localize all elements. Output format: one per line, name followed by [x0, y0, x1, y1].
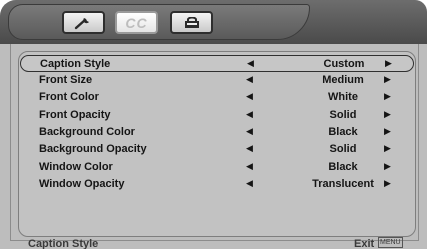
setting-label: Front Size: [39, 74, 93, 86]
wrench-icon: [74, 17, 89, 29]
setting-label: Window Color: [39, 161, 113, 173]
tab-cc-label: CC: [125, 14, 148, 31]
osd-menu-frame: CC Caption Style ◀ Custom ▶ Front Size ◀…: [0, 0, 427, 249]
setting-label: Front Color: [39, 91, 99, 103]
arrow-left-icon[interactable]: ◀: [246, 161, 253, 172]
status-bar: Caption Style Exit MENU: [18, 236, 418, 249]
tab-strip: [8, 4, 310, 40]
setting-value: Medium: [322, 74, 364, 86]
setting-label: Front Opacity: [39, 109, 111, 121]
arrow-left-icon[interactable]: ◀: [246, 143, 253, 154]
setting-row-front-opacity[interactable]: Front Opacity ◀ Solid ▶: [20, 107, 414, 124]
arrow-right-icon[interactable]: ▶: [384, 161, 391, 172]
setting-row-caption-style[interactable]: Caption Style ◀ Custom ▶: [20, 55, 414, 72]
setting-value: Custom: [323, 58, 365, 70]
setting-label: Background Opacity: [39, 143, 147, 155]
arrow-right-icon[interactable]: ▶: [384, 178, 391, 189]
setting-row-window-opacity[interactable]: Window Opacity ◀ Translucent ▶: [20, 176, 414, 193]
tab-bar: CC: [0, 0, 427, 44]
setting-row-front-size[interactable]: Front Size ◀ Medium ▶: [20, 72, 414, 89]
arrow-right-icon[interactable]: ▶: [385, 58, 392, 69]
setting-value: White: [328, 91, 358, 103]
arrow-left-icon[interactable]: ◀: [246, 178, 253, 189]
arrow-right-icon[interactable]: ▶: [384, 143, 391, 154]
menu-key-badge[interactable]: MENU: [378, 237, 403, 248]
setting-value: Black: [328, 161, 358, 173]
arrow-right-icon[interactable]: ▶: [384, 126, 391, 137]
exit-label[interactable]: Exit: [354, 238, 374, 249]
arrow-left-icon[interactable]: ◀: [246, 109, 253, 120]
setting-label: Window Opacity: [39, 178, 125, 190]
setting-value: Black: [328, 126, 358, 138]
setting-label: Caption Style: [40, 58, 111, 70]
arrow-right-icon[interactable]: ▶: [384, 109, 391, 120]
tab-settings[interactable]: [62, 11, 105, 34]
setting-row-background-color[interactable]: Background Color ◀ Black ▶: [20, 124, 414, 141]
arrow-right-icon[interactable]: ▶: [384, 91, 391, 102]
tab-closed-caption[interactable]: CC: [115, 11, 158, 34]
arrow-left-icon[interactable]: ◀: [246, 91, 253, 102]
setting-value: Translucent: [312, 178, 374, 190]
arrow-left-icon[interactable]: ◀: [246, 126, 253, 137]
setting-value: Solid: [329, 143, 357, 155]
lock-icon: [184, 16, 199, 28]
setting-row-front-color[interactable]: Front Color ◀ White ▶: [20, 89, 414, 106]
setting-row-window-color[interactable]: Window Color ◀ Black ▶: [20, 159, 414, 176]
setting-value: Solid: [329, 109, 357, 121]
arrow-left-icon[interactable]: ◀: [247, 58, 254, 69]
tab-lock[interactable]: [170, 11, 213, 34]
setting-label: Background Color: [39, 126, 135, 138]
status-title: Caption Style: [28, 238, 99, 249]
setting-row-background-opacity[interactable]: Background Opacity ◀ Solid ▶: [20, 141, 414, 158]
arrow-right-icon[interactable]: ▶: [384, 74, 391, 85]
arrow-left-icon[interactable]: ◀: [246, 74, 253, 85]
